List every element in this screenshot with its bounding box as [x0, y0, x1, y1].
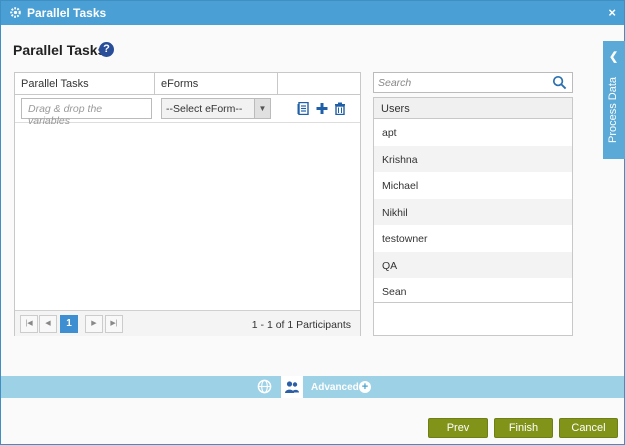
- help-icon[interactable]: ?: [99, 42, 114, 57]
- table-row: Drag & drop the variables --Select eForm…: [15, 95, 360, 127]
- users-search-input[interactable]: Search: [373, 72, 573, 93]
- plus-icon[interactable]: +: [359, 381, 371, 393]
- column-header-parallel-tasks: Parallel Tasks: [21, 78, 89, 90]
- finish-button[interactable]: Finish: [494, 418, 553, 438]
- chevron-down-icon[interactable]: ▼: [254, 99, 270, 118]
- page-title: Parallel Tasks: [13, 42, 106, 58]
- process-data-tab[interactable]: ❮ Process Data: [603, 41, 625, 159]
- close-icon[interactable]: ×: [608, 5, 616, 20]
- current-page-button[interactable]: 1: [60, 315, 78, 333]
- search-placeholder: Search: [378, 77, 412, 89]
- chevron-left-icon[interactable]: ❮: [609, 50, 618, 63]
- list-item[interactable]: apt: [374, 119, 572, 146]
- users-list-panel: Users apt Krishna Michael Nikhil testown…: [373, 97, 573, 336]
- users-icon[interactable]: [284, 379, 300, 395]
- add-icon[interactable]: [316, 102, 328, 115]
- parallel-tasks-dialog: Parallel Tasks × Parallel Tasks ? Parall…: [0, 0, 625, 445]
- list-item[interactable]: Sean: [374, 278, 572, 305]
- last-page-button[interactable]: ▶|: [105, 315, 123, 333]
- drag-drop-variables-field[interactable]: Drag & drop the variables: [21, 98, 152, 127]
- cancel-button[interactable]: Cancel: [559, 418, 618, 438]
- list-item[interactable]: Michael: [374, 172, 572, 199]
- next-page-button[interactable]: ▶: [85, 315, 103, 333]
- list-item[interactable]: testowner: [374, 225, 572, 252]
- previous-page-button[interactable]: ◀: [39, 315, 57, 333]
- list-item[interactable]: QA: [374, 251, 572, 278]
- pager-info: 1 - 1 of 1 Participants: [251, 319, 351, 331]
- users-header: Users: [374, 98, 572, 119]
- grid-header: Parallel Tasks eForms: [15, 73, 360, 95]
- globe-icon[interactable]: [257, 379, 272, 394]
- advanced-label[interactable]: Advanced: [311, 382, 359, 393]
- list-icon[interactable]: [297, 102, 309, 115]
- list-divider: [374, 302, 572, 303]
- column-header-eforms: eForms: [161, 78, 199, 90]
- eform-select[interactable]: --Select eForm-- ▼: [161, 98, 271, 119]
- process-data-label: Process Data: [607, 76, 619, 143]
- grid-pager: |◀ ◀ 1 ▶ ▶| 1 - 1 of 1 Participants: [15, 310, 360, 336]
- column-divider: [277, 73, 278, 94]
- prev-button[interactable]: Prev: [428, 418, 488, 438]
- list-item[interactable]: Krishna: [374, 145, 572, 172]
- advanced-bar: Advanced +: [1, 376, 624, 398]
- gear-icon: [10, 7, 21, 18]
- participants-grid: Parallel Tasks eForms Drag & drop the va…: [14, 72, 361, 336]
- window-title: Parallel Tasks: [27, 6, 107, 20]
- search-icon[interactable]: [552, 75, 567, 90]
- eform-select-value: --Select eForm--: [166, 103, 243, 115]
- list-item[interactable]: Nikhil: [374, 198, 572, 225]
- window-titlebar: Parallel Tasks ×: [1, 1, 624, 25]
- trash-icon[interactable]: [334, 102, 346, 115]
- column-divider: [154, 73, 155, 94]
- first-page-button[interactable]: |◀: [20, 315, 38, 333]
- users-list: apt Krishna Michael Nikhil testowner QA …: [374, 119, 572, 305]
